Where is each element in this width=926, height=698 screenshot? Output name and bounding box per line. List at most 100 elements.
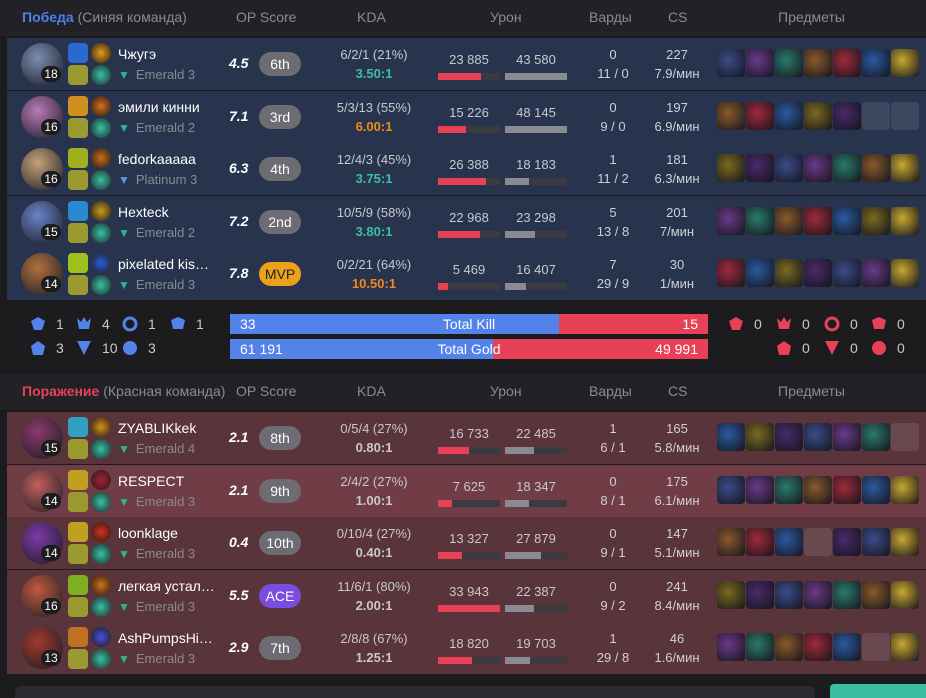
item-slot[interactable]: [775, 259, 803, 287]
item-slot[interactable]: [717, 206, 745, 235]
summoner-spell-icon[interactable]: [68, 222, 88, 243]
item-slot[interactable]: [717, 528, 745, 556]
item-slot[interactable]: [775, 475, 803, 504]
summoner-spell-icon[interactable]: [68, 522, 88, 542]
item-slot[interactable]: [833, 633, 861, 661]
item-slot[interactable]: [862, 633, 890, 661]
item-slot[interactable]: [804, 423, 832, 451]
secondary-rune-icon[interactable]: [91, 491, 111, 512]
keystone-rune-icon[interactable]: [91, 417, 111, 437]
trinket-icon[interactable]: [891, 49, 919, 77]
item-slot[interactable]: [746, 259, 774, 287]
keystone-rune-icon[interactable]: [91, 95, 111, 116]
keystone-rune-icon[interactable]: [91, 627, 111, 647]
item-slot[interactable]: [804, 206, 832, 235]
summoner-spell-icon[interactable]: [68, 544, 88, 564]
keystone-rune-icon[interactable]: [91, 43, 111, 63]
player-name[interactable]: Hexteck: [118, 204, 223, 220]
item-slot[interactable]: [775, 154, 803, 182]
summoner-spell-icon[interactable]: [68, 95, 88, 116]
item-slot[interactable]: [775, 101, 803, 130]
item-slot[interactable]: [804, 154, 832, 182]
item-slot[interactable]: [833, 154, 861, 182]
item-slot[interactable]: [804, 475, 832, 504]
item-slot[interactable]: [862, 101, 890, 130]
summoner-spell-icon[interactable]: [68, 275, 88, 295]
secondary-rune-icon[interactable]: [91, 222, 111, 243]
summoner-spell-icon[interactable]: [68, 439, 88, 459]
keystone-rune-icon[interactable]: [91, 522, 111, 542]
item-slot[interactable]: [746, 580, 774, 609]
item-slot[interactable]: [833, 528, 861, 556]
secondary-rune-icon[interactable]: [91, 544, 111, 564]
item-slot[interactable]: [717, 259, 745, 287]
player-name[interactable]: ZYABLIKkek: [118, 420, 223, 436]
item-slot[interactable]: [775, 206, 803, 235]
summoner-spell-icon[interactable]: [68, 596, 88, 617]
player-row[interactable]: 16 fedorkaaaaa ▼ Platinum 3 6.3 4th 12/4/3 (45…: [7, 143, 926, 195]
item-slot[interactable]: [804, 259, 832, 287]
secondary-rune-icon[interactable]: [91, 596, 111, 617]
item-slot[interactable]: [746, 528, 774, 556]
secondary-rune-icon[interactable]: [91, 65, 111, 85]
summoner-spell-icon[interactable]: [68, 148, 88, 168]
trinket-icon[interactable]: [891, 206, 919, 235]
trinket-icon[interactable]: [891, 259, 919, 287]
comment-input[interactable]: [15, 686, 815, 698]
player-row[interactable]: 16 эмили кинни ▼ Emerald 2 7.1 3rd 5/3/13 (55%…: [7, 90, 926, 143]
player-row[interactable]: 18 Чжугэ ▼ Emerald 3 4.5 6th 6/2/1 (21%) 3.50:1…: [7, 38, 926, 90]
summoner-spell-icon[interactable]: [68, 649, 88, 669]
item-slot[interactable]: [833, 101, 861, 130]
item-slot[interactable]: [775, 528, 803, 556]
trinket-icon[interactable]: [891, 101, 919, 130]
item-slot[interactable]: [775, 580, 803, 609]
submit-button[interactable]: [830, 684, 926, 698]
summoner-spell-icon[interactable]: [68, 574, 88, 595]
item-slot[interactable]: [833, 580, 861, 609]
item-slot[interactable]: [746, 475, 774, 504]
player-name[interactable]: Чжугэ: [118, 46, 223, 62]
player-name[interactable]: эмили кинни: [118, 99, 223, 115]
keystone-rune-icon[interactable]: [91, 574, 111, 595]
item-slot[interactable]: [746, 423, 774, 451]
player-name[interactable]: pixelated kis…: [118, 256, 223, 272]
trinket-icon[interactable]: [891, 633, 919, 661]
player-name[interactable]: loonklage: [118, 525, 223, 541]
secondary-rune-icon[interactable]: [91, 649, 111, 669]
item-slot[interactable]: [804, 528, 832, 556]
item-slot[interactable]: [862, 49, 890, 77]
item-slot[interactable]: [717, 633, 745, 661]
summoner-spell-icon[interactable]: [68, 627, 88, 647]
item-slot[interactable]: [804, 580, 832, 609]
item-slot[interactable]: [862, 206, 890, 235]
player-name[interactable]: fedorkaaaaa: [118, 151, 223, 167]
trinket-icon[interactable]: [891, 580, 919, 609]
item-slot[interactable]: [862, 528, 890, 556]
item-slot[interactable]: [775, 49, 803, 77]
player-name[interactable]: легкая устал…: [118, 578, 223, 594]
item-slot[interactable]: [804, 101, 832, 130]
item-slot[interactable]: [833, 206, 861, 235]
trinket-icon[interactable]: [891, 475, 919, 504]
item-slot[interactable]: [775, 633, 803, 661]
item-slot[interactable]: [746, 154, 774, 182]
trinket-icon[interactable]: [891, 154, 919, 182]
item-slot[interactable]: [833, 423, 861, 451]
keystone-rune-icon[interactable]: [91, 200, 111, 221]
player-row[interactable]: 15 Hexteck ▼ Emerald 2 7.2 2nd 10/5/9 (58%) 3.8…: [7, 195, 926, 248]
item-slot[interactable]: [717, 475, 745, 504]
summoner-spell-icon[interactable]: [68, 417, 88, 437]
summoner-spell-icon[interactable]: [68, 491, 88, 512]
summoner-spell-icon[interactable]: [68, 253, 88, 273]
item-slot[interactable]: [804, 633, 832, 661]
item-slot[interactable]: [717, 49, 745, 77]
secondary-rune-icon[interactable]: [91, 275, 111, 295]
item-slot[interactable]: [862, 259, 890, 287]
player-row[interactable]: 14 loonklage ▼ Emerald 3 0.4 10th 0/10/4 (27%)…: [7, 517, 926, 569]
player-name[interactable]: RESPECT: [118, 473, 223, 489]
item-slot[interactable]: [862, 423, 890, 451]
item-slot[interactable]: [833, 475, 861, 504]
player-row[interactable]: 14 pixelated kis… ▼ Emerald 3 7.8 MVP 0/2/21 (…: [7, 248, 926, 300]
item-slot[interactable]: [717, 101, 745, 130]
summoner-spell-icon[interactable]: [68, 170, 88, 190]
